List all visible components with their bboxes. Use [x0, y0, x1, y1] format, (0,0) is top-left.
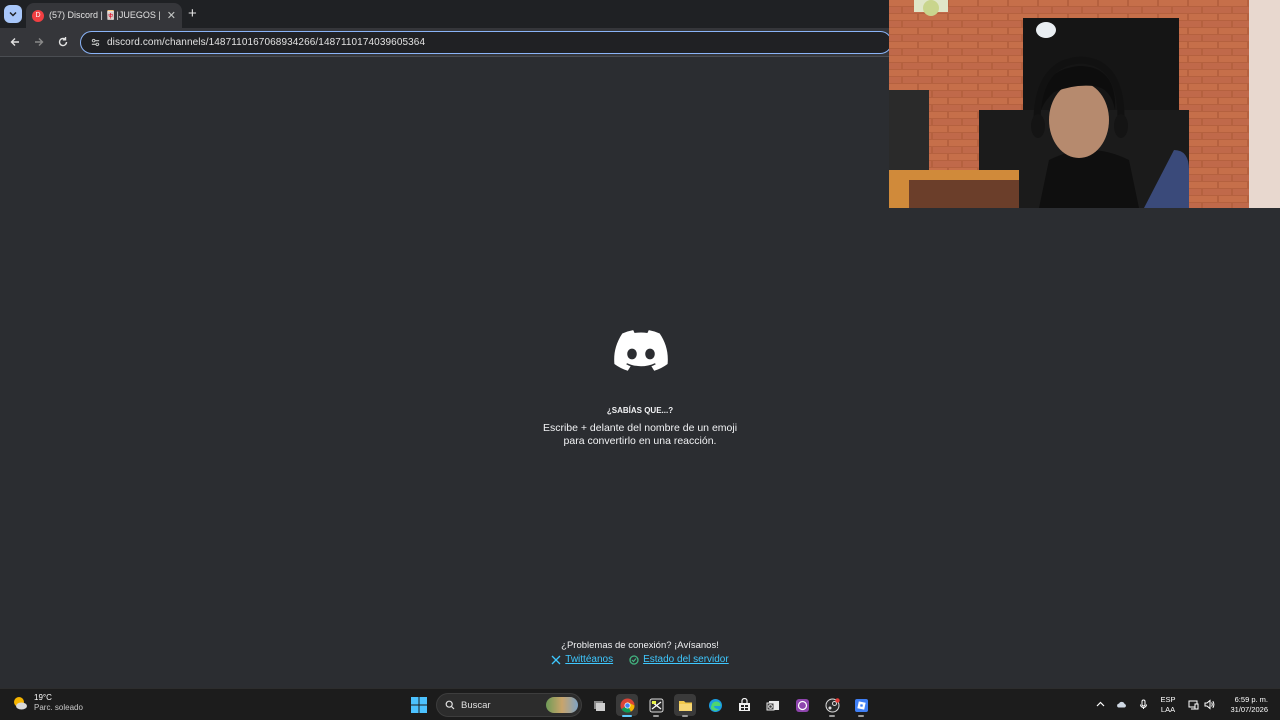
windows-taskbar: 19°C Parc. soleado Buscar ESP LAA 6:59 p…: [0, 688, 1280, 720]
browser-tab-discord[interactable]: D (57) Discord | 🀄|JUEGOS | Z ✕: [26, 3, 182, 28]
connection-links: Twittéanos Estado del servidor: [500, 654, 780, 665]
x-twitter-icon: [551, 655, 561, 664]
running-indicator: [829, 715, 835, 717]
tray-network[interactable]: [1186, 697, 1200, 711]
capcut-icon: [649, 698, 663, 712]
task-view-button[interactable]: [588, 694, 610, 716]
connection-problem-text: ¿Problemas de conexión? ¡Avísanos!: [561, 640, 719, 651]
weather-temperature: 19°C: [34, 693, 52, 702]
language-indicator[interactable]: ESP LAA: [1158, 695, 1178, 715]
tab-search-button[interactable]: [4, 5, 22, 23]
folder-icon: [678, 700, 692, 711]
running-indicator: [682, 715, 688, 717]
url-text: discord.com/channels/1487110167068934266…: [107, 37, 426, 48]
discord-logo-icon: [614, 330, 668, 371]
running-indicator: [653, 715, 659, 717]
taskbar-roblox-studio[interactable]: [850, 694, 872, 717]
chevron-up-icon: [1096, 701, 1104, 706]
webcam-overlay: [889, 0, 1280, 208]
webcam-feed-image: [889, 0, 1280, 208]
weather-text: 19°C Parc. soleado: [34, 693, 83, 713]
network-icon: [1188, 700, 1198, 709]
roblox-studio-icon: [854, 698, 868, 712]
chevron-down-icon: [9, 11, 17, 17]
server-status-link-label: Estado del servidor: [643, 654, 729, 665]
twitter-link[interactable]: Twittéanos: [551, 654, 613, 665]
reload-icon: [58, 37, 68, 47]
status-refresh-icon: [629, 654, 639, 665]
tray-onedrive[interactable]: [1114, 697, 1128, 711]
tab-title: (57) Discord | 🀄|JUEGOS | Z: [49, 10, 163, 20]
tip-heading: ¿SABÍAS QUE...?: [606, 406, 674, 415]
tray-volume[interactable]: [1202, 697, 1216, 711]
twitter-link-label: Twittéanos: [565, 654, 614, 665]
tray-microphone[interactable]: [1136, 697, 1150, 711]
keyboard-layout: LAA: [1160, 705, 1176, 714]
taskbar-capcut[interactable]: [645, 694, 667, 717]
taskbar-file-explorer[interactable]: [674, 694, 696, 717]
partly-sunny-icon: [14, 697, 27, 710]
tab-close-icon[interactable]: ✕: [167, 9, 176, 22]
discord-favicon-icon: D: [32, 9, 44, 22]
weather-widget[interactable]: 19°C Parc. soleado: [12, 693, 83, 713]
clock-time: 6:59 p. m.: [1234, 695, 1268, 704]
taskbar-chrome[interactable]: [616, 694, 638, 717]
back-arrow-icon: [10, 38, 19, 46]
address-bar[interactable]: discord.com/channels/1487110167068934266…: [80, 31, 892, 54]
taskbar-search-box[interactable]: Buscar: [436, 693, 582, 717]
speaker-icon: [1204, 698, 1214, 710]
outlook-icon: [766, 700, 779, 710]
language-code: ESP: [1160, 695, 1176, 704]
clock[interactable]: 6:59 p. m. 31/07/2026: [1220, 695, 1268, 715]
search-highlight-icon: [546, 697, 578, 713]
reload-button[interactable]: [55, 34, 71, 50]
search-icon: [445, 700, 455, 710]
active-indicator: [622, 715, 632, 717]
windows-start-icon[interactable]: [410, 696, 428, 714]
chrome-icon: [620, 698, 635, 713]
taskbar-edge[interactable]: [704, 694, 726, 716]
running-indicator: [858, 715, 864, 717]
taskbar-microsoft-store[interactable]: [733, 694, 755, 716]
taskbar-steam[interactable]: [821, 694, 843, 717]
new-tab-button[interactable]: +: [188, 6, 197, 21]
tray-overflow-chevron[interactable]: [1093, 697, 1107, 711]
back-button[interactable]: [7, 34, 23, 50]
edge-icon: [708, 698, 722, 712]
weather-condition: Parc. soleado: [34, 703, 83, 712]
task-view-icon: [593, 700, 605, 711]
tip-line-2: para convertirlo en una reacción.: [563, 435, 717, 447]
taskbar-obs[interactable]: [791, 694, 813, 716]
store-icon: [738, 697, 750, 711]
tip-body: Escribe + delante del nombre de un emoji…: [500, 422, 780, 448]
forward-arrow-icon: [35, 38, 44, 46]
forward-button[interactable]: [31, 34, 47, 50]
microphone-icon: [1139, 699, 1147, 709]
cloud-icon: [1116, 701, 1126, 707]
obs-icon: [795, 698, 809, 712]
server-status-link[interactable]: Estado del servidor: [629, 654, 729, 665]
taskbar-outlook[interactable]: [762, 694, 784, 716]
steam-icon: [825, 697, 840, 712]
search-label: Buscar: [461, 699, 491, 711]
site-info-icon[interactable]: [89, 37, 101, 49]
clock-date: 31/07/2026: [1230, 705, 1268, 714]
tip-line-1: Escribe + delante del nombre de un emoji: [542, 422, 738, 434]
